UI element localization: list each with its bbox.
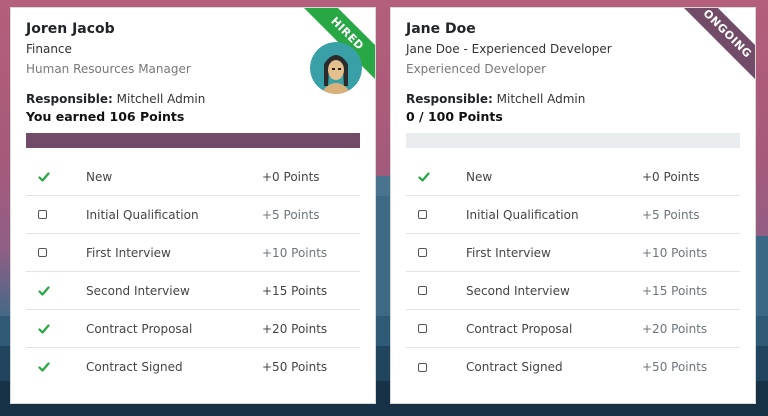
stage-label: Contract Proposal [466, 321, 573, 336]
stage-checkbox[interactable] [26, 210, 86, 219]
stage-checkbox[interactable] [26, 285, 86, 297]
stage-row[interactable]: Contract Signed +50 Points [26, 348, 360, 386]
checkbox-empty-icon [38, 248, 47, 257]
applicant-card-jane-doe[interactable]: ONGOING Jane Doe Jane Doe - Experienced … [390, 7, 756, 404]
checkbox-empty-icon [418, 210, 427, 219]
stage-row[interactable]: First Interview +10 Points [26, 234, 360, 272]
checkbox-empty-icon [418, 324, 427, 333]
applicant-card-joren-jacob[interactable]: HIRED Joren Jacob Finance Human Resource… [10, 7, 376, 404]
stage-points: +20 Points [642, 321, 708, 336]
status-ribbon: ONGOING [675, 8, 755, 88]
stage-label: Initial Qualification [466, 207, 579, 222]
progress-fill [26, 133, 360, 148]
checkbox-empty-icon [418, 362, 427, 372]
stage-label: New [466, 169, 493, 184]
stage-label: Second Interview [466, 283, 570, 298]
stage-points: +10 Points [642, 245, 708, 260]
stage-row[interactable]: Initial Qualification +5 Points [26, 196, 360, 234]
responsible-line: Responsible: Mitchell Admin [406, 91, 740, 108]
responsible-value: Mitchell Admin [116, 92, 206, 106]
stage-row[interactable]: Contract Signed +50 Points [406, 348, 740, 386]
stage-row[interactable]: Second Interview +15 Points [406, 272, 740, 310]
stage-row[interactable]: Second Interview +15 Points [26, 272, 360, 310]
stage-label: Contract Signed [86, 360, 183, 374]
checkbox-empty-icon [418, 286, 427, 295]
stage-row[interactable]: New +0 Points [26, 158, 360, 196]
stage-row[interactable]: Contract Proposal +20 Points [406, 310, 740, 348]
stage-points: +10 Points [262, 245, 328, 260]
stage-list: New +0 Points Initial Qualification +5 P… [406, 158, 740, 386]
stage-label: Contract Signed [466, 360, 563, 374]
stage-label: Second Interview [86, 283, 190, 298]
stage-checkbox[interactable] [406, 286, 466, 295]
stage-points: +0 Points [262, 169, 320, 184]
stage-label: First Interview [86, 245, 171, 260]
points-summary: 0 / 100 Points [406, 109, 503, 124]
check-icon [38, 323, 50, 334]
checkbox-empty-icon [418, 248, 427, 257]
stage-points: +0 Points [642, 169, 700, 184]
responsible-line: Responsible: Mitchell Admin [26, 91, 360, 108]
stage-points: +50 Points [642, 360, 708, 374]
points-summary: You earned 106 Points [26, 109, 185, 124]
stage-points: +15 Points [262, 283, 328, 298]
stage-checkbox[interactable] [26, 248, 86, 257]
stage-points: +50 Points [262, 360, 328, 374]
check-icon [418, 171, 430, 182]
stage-label: First Interview [466, 245, 551, 260]
stage-points: +5 Points [642, 207, 700, 222]
stage-row[interactable]: Contract Proposal +20 Points [26, 310, 360, 348]
checkbox-empty-icon [38, 210, 47, 219]
stage-checkbox[interactable] [406, 324, 466, 333]
stage-list: New +0 Points Initial Qualification +5 P… [26, 158, 360, 386]
stage-points: +15 Points [642, 283, 708, 298]
stage-row[interactable]: First Interview +10 Points [406, 234, 740, 272]
stage-label: Contract Proposal [86, 321, 193, 336]
check-icon [38, 362, 50, 372]
responsible-label: Responsible: [26, 92, 113, 106]
ribbon-label: ONGOING [676, 8, 755, 85]
stage-checkbox[interactable] [406, 248, 466, 257]
responsible-value: Mitchell Admin [496, 92, 586, 106]
stage-row[interactable]: New +0 Points [406, 158, 740, 196]
stage-checkbox[interactable] [406, 171, 466, 183]
responsible-label: Responsible: [406, 92, 493, 106]
stage-checkbox[interactable] [406, 210, 466, 219]
check-icon [38, 285, 50, 296]
stage-points: +20 Points [262, 321, 328, 336]
stage-label: New [86, 169, 113, 184]
stage-points: +5 Points [262, 207, 320, 222]
stage-checkbox[interactable] [406, 362, 466, 372]
avatar [310, 42, 362, 94]
stage-checkbox[interactable] [26, 361, 86, 373]
check-icon [38, 171, 50, 182]
progress-bar [26, 133, 360, 148]
progress-bar [406, 133, 740, 148]
stage-label: Initial Qualification [86, 207, 199, 222]
stage-checkbox[interactable] [26, 171, 86, 183]
stage-row[interactable]: Initial Qualification +5 Points [406, 196, 740, 234]
stage-checkbox[interactable] [26, 323, 86, 335]
